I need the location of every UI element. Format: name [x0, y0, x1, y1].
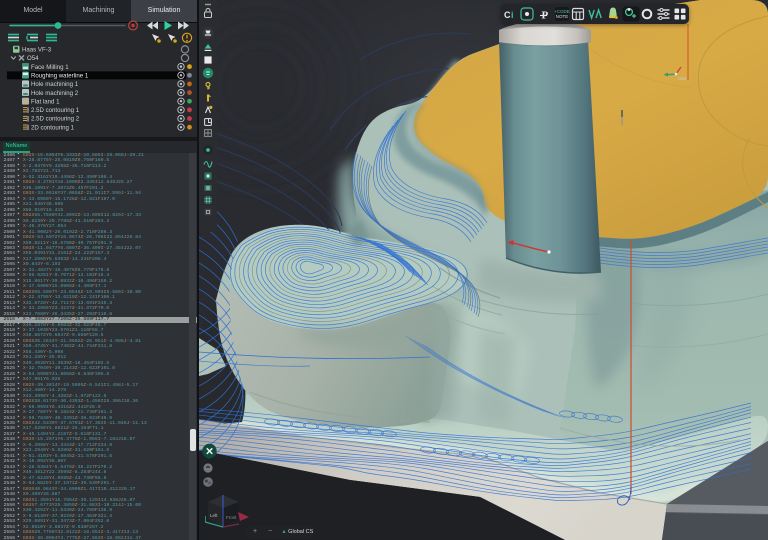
svg-text:Haas VF-3: Haas VF-3 [22, 47, 52, 54]
svg-text:2D contouring 1: 2D contouring 1 [31, 124, 75, 131]
svg-text:Hole machining 2: Hole machining 2 [31, 90, 79, 97]
svg-text:i: i [511, 10, 514, 20]
svg-text:O54: O54 [27, 55, 39, 62]
svg-text:Front: Front [226, 515, 237, 520]
svg-text:Hole machining 1: Hole machining 1 [31, 81, 79, 88]
svg-text:Roughing waterline 1: Roughing waterline 1 [31, 73, 89, 80]
svg-text:2.5D contouring 1: 2.5D contouring 1 [31, 107, 80, 114]
svg-text:Face Milling 1: Face Milling 1 [31, 64, 69, 71]
svg-text:Left: Left [210, 513, 218, 518]
svg-text:C: C [504, 10, 511, 20]
svg-text:NOTE: NOTE [556, 14, 569, 19]
svg-text:2.5D contouring 2: 2.5D contouring 2 [31, 116, 80, 123]
svg-text:Flat land 1: Flat land 1 [31, 98, 60, 105]
